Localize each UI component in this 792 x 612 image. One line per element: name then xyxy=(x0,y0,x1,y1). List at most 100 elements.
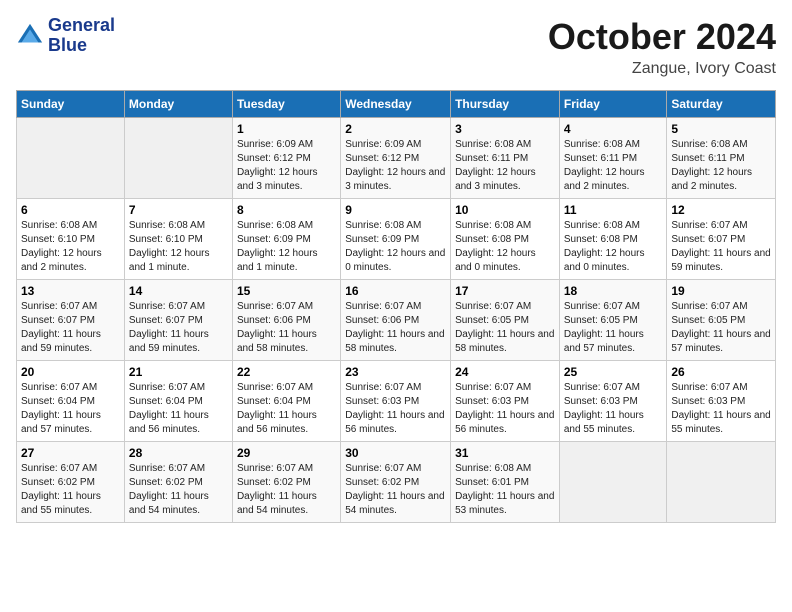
calendar-cell xyxy=(667,442,776,523)
day-number: 6 xyxy=(21,203,120,217)
calendar-cell: 8 Sunrise: 6:08 AMSunset: 6:09 PMDaylight… xyxy=(232,199,340,280)
calendar-week-row: 6 Sunrise: 6:08 AMSunset: 6:10 PMDaylight… xyxy=(17,199,776,280)
day-info: Sunrise: 6:07 AMSunset: 6:02 PMDaylight:… xyxy=(345,462,446,518)
weekday-header: Thursday xyxy=(451,91,560,118)
calendar-week-row: 13 Sunrise: 6:07 AMSunset: 6:07 PMDayligh… xyxy=(17,280,776,361)
logo-text: General Blue xyxy=(48,16,115,56)
day-number: 5 xyxy=(671,122,771,136)
day-info: Sunrise: 6:07 AMSunset: 6:04 PMDaylight:… xyxy=(129,381,228,437)
weekday-header: Friday xyxy=(559,91,667,118)
day-info: Sunrise: 6:08 AMSunset: 6:09 PMDaylight:… xyxy=(237,219,336,275)
calendar-cell: 14 Sunrise: 6:07 AMSunset: 6:07 PMDayligh… xyxy=(124,280,232,361)
calendar-table: SundayMondayTuesdayWednesdayThursdayFrid… xyxy=(16,90,776,523)
logo: General Blue xyxy=(16,16,115,56)
day-info: Sunrise: 6:09 AMSunset: 6:12 PMDaylight:… xyxy=(237,138,336,194)
calendar-cell: 30 Sunrise: 6:07 AMSunset: 6:02 PMDayligh… xyxy=(341,442,451,523)
day-number: 15 xyxy=(237,284,336,298)
day-info: Sunrise: 6:07 AMSunset: 6:04 PMDaylight:… xyxy=(237,381,336,437)
day-number: 29 xyxy=(237,446,336,460)
calendar-cell: 18Sunrise: 6:07 AMSunset: 6:05 PMDayligh… xyxy=(559,280,667,361)
day-info: Sunrise: 6:07 AMSunset: 6:02 PMDaylight:… xyxy=(129,462,228,518)
day-number: 25 xyxy=(564,365,663,379)
day-info: Sunrise: 6:08 AMSunset: 6:09 PMDaylight:… xyxy=(345,219,446,275)
month-title: October 2024 xyxy=(548,16,776,58)
calendar-cell: 26Sunrise: 6:07 AMSunset: 6:03 PMDayligh… xyxy=(667,361,776,442)
day-info: Sunrise: 6:08 AMSunset: 6:11 PMDaylight:… xyxy=(455,138,555,194)
calendar-cell xyxy=(17,118,125,199)
day-number: 31 xyxy=(455,446,555,460)
calendar-cell xyxy=(124,118,232,199)
calendar-cell: 16 Sunrise: 6:07 AMSunset: 6:06 PMDayligh… xyxy=(341,280,451,361)
calendar-cell xyxy=(559,442,667,523)
day-number: 14 xyxy=(129,284,228,298)
day-number: 23 xyxy=(345,365,446,379)
title-block: October 2024 Zangue, Ivory Coast xyxy=(548,16,776,78)
calendar-cell: 7Sunrise: 6:08 AMSunset: 6:10 PMDaylight… xyxy=(124,199,232,280)
day-number: 16 xyxy=(345,284,446,298)
day-number: 1 xyxy=(237,122,336,136)
day-number: 19 xyxy=(671,284,771,298)
calendar-cell: 4Sunrise: 6:08 AMSunset: 6:11 PMDaylight… xyxy=(559,118,667,199)
day-info: Sunrise: 6:07 AMSunset: 6:05 PMDaylight:… xyxy=(671,300,771,356)
calendar-cell: 20 Sunrise: 6:07 AMSunset: 6:04 PMDayligh… xyxy=(17,361,125,442)
calendar-week-row: 1 Sunrise: 6:09 AMSunset: 6:12 PMDaylight… xyxy=(17,118,776,199)
weekday-header: Monday xyxy=(124,91,232,118)
day-info: Sunrise: 6:09 AMSunset: 6:12 PMDaylight:… xyxy=(345,138,446,194)
day-info: Sunrise: 6:07 AMSunset: 6:03 PMDaylight:… xyxy=(671,381,771,437)
calendar-cell: 19 Sunrise: 6:07 AMSunset: 6:05 PMDayligh… xyxy=(667,280,776,361)
calendar-cell: 15 Sunrise: 6:07 AMSunset: 6:06 PMDayligh… xyxy=(232,280,340,361)
day-info: Sunrise: 6:08 AMSunset: 6:10 PMDaylight:… xyxy=(129,219,228,275)
day-number: 17 xyxy=(455,284,555,298)
day-info: Sunrise: 6:08 AMSunset: 6:11 PMDaylight:… xyxy=(564,138,663,194)
day-info: Sunrise: 6:08 AMSunset: 6:01 PMDaylight:… xyxy=(455,462,555,518)
day-number: 8 xyxy=(237,203,336,217)
day-number: 11 xyxy=(564,203,663,217)
day-number: 2 xyxy=(345,122,446,136)
page-header: General Blue October 2024 Zangue, Ivory … xyxy=(16,16,776,78)
calendar-cell: 3Sunrise: 6:08 AMSunset: 6:11 PMDaylight… xyxy=(451,118,560,199)
logo-icon xyxy=(16,22,44,50)
calendar-cell: 5Sunrise: 6:08 AMSunset: 6:11 PMDaylight… xyxy=(667,118,776,199)
calendar-week-row: 20 Sunrise: 6:07 AMSunset: 6:04 PMDayligh… xyxy=(17,361,776,442)
calendar-cell: 31 Sunrise: 6:08 AMSunset: 6:01 PMDayligh… xyxy=(451,442,560,523)
calendar-cell: 12 Sunrise: 6:07 AMSunset: 6:07 PMDayligh… xyxy=(667,199,776,280)
calendar-cell: 29 Sunrise: 6:07 AMSunset: 6:02 PMDayligh… xyxy=(232,442,340,523)
calendar-cell: 27 Sunrise: 6:07 AMSunset: 6:02 PMDayligh… xyxy=(17,442,125,523)
day-info: Sunrise: 6:07 AMSunset: 6:05 PMDaylight:… xyxy=(455,300,555,356)
day-info: Sunrise: 6:07 AMSunset: 6:07 PMDaylight:… xyxy=(21,300,120,356)
weekday-header: Saturday xyxy=(667,91,776,118)
day-info: Sunrise: 6:07 AMSunset: 6:02 PMDaylight:… xyxy=(237,462,336,518)
day-number: 30 xyxy=(345,446,446,460)
day-number: 20 xyxy=(21,365,120,379)
day-info: Sunrise: 6:07 AMSunset: 6:02 PMDaylight:… xyxy=(21,462,120,518)
calendar-cell: 17 Sunrise: 6:07 AMSunset: 6:05 PMDayligh… xyxy=(451,280,560,361)
day-info: Sunrise: 6:07 AMSunset: 6:06 PMDaylight:… xyxy=(345,300,446,356)
weekday-header: Tuesday xyxy=(232,91,340,118)
day-info: Sunrise: 6:07 AMSunset: 6:07 PMDaylight:… xyxy=(671,219,771,275)
calendar-cell: 2 Sunrise: 6:09 AMSunset: 6:12 PMDaylight… xyxy=(341,118,451,199)
calendar-week-row: 27 Sunrise: 6:07 AMSunset: 6:02 PMDayligh… xyxy=(17,442,776,523)
weekday-header: Sunday xyxy=(17,91,125,118)
calendar-cell: 11Sunrise: 6:08 AMSunset: 6:08 PMDayligh… xyxy=(559,199,667,280)
day-number: 24 xyxy=(455,365,555,379)
day-info: Sunrise: 6:07 AMSunset: 6:07 PMDaylight:… xyxy=(129,300,228,356)
calendar-cell: 22 Sunrise: 6:07 AMSunset: 6:04 PMDayligh… xyxy=(232,361,340,442)
calendar-cell: 21 Sunrise: 6:07 AMSunset: 6:04 PMDayligh… xyxy=(124,361,232,442)
day-info: Sunrise: 6:07 AMSunset: 6:05 PMDaylight:… xyxy=(564,300,663,356)
calendar-cell: 24 Sunrise: 6:07 AMSunset: 6:03 PMDayligh… xyxy=(451,361,560,442)
day-number: 22 xyxy=(237,365,336,379)
calendar-cell: 6Sunrise: 6:08 AMSunset: 6:10 PMDaylight… xyxy=(17,199,125,280)
day-number: 12 xyxy=(671,203,771,217)
day-number: 13 xyxy=(21,284,120,298)
day-number: 27 xyxy=(21,446,120,460)
day-number: 10 xyxy=(455,203,555,217)
calendar-cell: 13 Sunrise: 6:07 AMSunset: 6:07 PMDayligh… xyxy=(17,280,125,361)
day-info: Sunrise: 6:07 AMSunset: 6:06 PMDaylight:… xyxy=(237,300,336,356)
weekday-header-row: SundayMondayTuesdayWednesdayThursdayFrid… xyxy=(17,91,776,118)
day-number: 9 xyxy=(345,203,446,217)
day-number: 21 xyxy=(129,365,228,379)
day-info: Sunrise: 6:07 AMSunset: 6:03 PMDaylight:… xyxy=(345,381,446,437)
day-info: Sunrise: 6:07 AMSunset: 6:03 PMDaylight:… xyxy=(455,381,555,437)
calendar-cell: 25Sunrise: 6:07 AMSunset: 6:03 PMDayligh… xyxy=(559,361,667,442)
day-info: Sunrise: 6:07 AMSunset: 6:04 PMDaylight:… xyxy=(21,381,120,437)
